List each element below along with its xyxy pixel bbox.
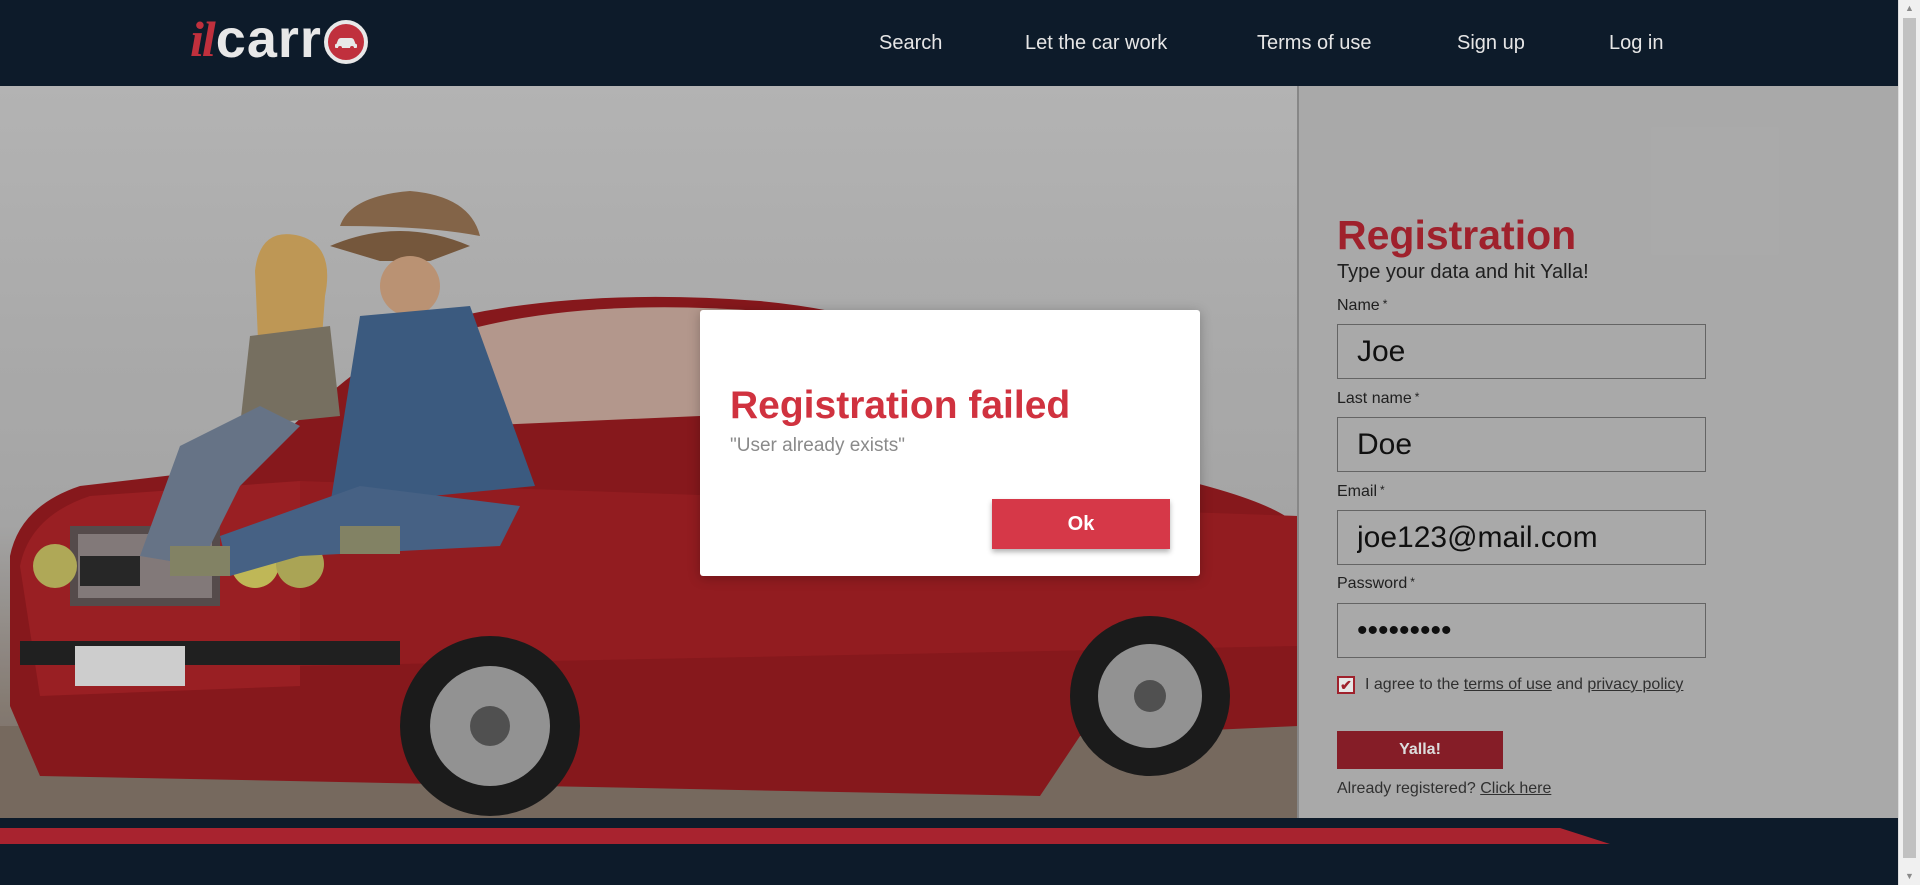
- page-scrollbar[interactable]: ▲ ▼: [1898, 0, 1920, 885]
- password-input[interactable]: [1337, 603, 1706, 658]
- name-input[interactable]: [1337, 324, 1706, 379]
- agree-checkbox[interactable]: ✔: [1337, 676, 1355, 694]
- yalla-submit-button[interactable]: Yalla!: [1337, 731, 1503, 769]
- last-name-label-text: Last name: [1337, 390, 1412, 407]
- footer: [0, 818, 1899, 885]
- privacy-policy-link[interactable]: privacy policy: [1587, 676, 1683, 694]
- email-label: Email *: [1337, 483, 1385, 501]
- logo-il-text: il: [190, 11, 216, 67]
- name-label: Name *: [1337, 297, 1387, 315]
- registration-failed-dialog: Registration failed "User already exists…: [700, 310, 1200, 576]
- already-registered: Already registered? Click here: [1337, 780, 1551, 798]
- nav-terms-of-use-link[interactable]: Terms of use: [1257, 32, 1371, 55]
- registration-subtitle: Type your data and hit Yalla!: [1337, 261, 1589, 283]
- scroll-thumb[interactable]: [1903, 18, 1916, 858]
- last-name-input[interactable]: [1337, 417, 1706, 472]
- nav-sign-up-link[interactable]: Sign up: [1457, 32, 1525, 55]
- required-mark: *: [1382, 297, 1388, 311]
- nav-log-in-link[interactable]: Log in: [1609, 32, 1664, 55]
- password-label: Password *: [1337, 575, 1415, 593]
- top-header: il carr Search Let the car work Terms of…: [0, 0, 1899, 86]
- click-here-link[interactable]: Click here: [1480, 780, 1551, 797]
- agree-prefix: I agree to the: [1365, 676, 1460, 693]
- required-mark: *: [1410, 575, 1415, 589]
- logo-carr-text: carr: [215, 9, 322, 69]
- last-name-label: Last name *: [1337, 390, 1419, 408]
- required-mark: *: [1380, 483, 1385, 497]
- already-registered-text: Already registered?: [1337, 780, 1476, 797]
- password-label-text: Password: [1337, 575, 1408, 592]
- email-label-text: Email: [1337, 483, 1378, 500]
- terms-agreement: ✔ I agree to the terms of use and privac…: [1337, 676, 1683, 694]
- terms-of-use-link[interactable]: terms of use: [1464, 676, 1552, 694]
- ok-button[interactable]: Ok: [992, 499, 1170, 549]
- nav-let-the-car-work-link[interactable]: Let the car work: [1025, 32, 1167, 55]
- car-icon: [323, 20, 368, 64]
- required-mark: *: [1414, 390, 1420, 404]
- scroll-down-icon[interactable]: ▼: [1899, 868, 1920, 885]
- name-label-text: Name: [1337, 297, 1380, 314]
- nav-search-link[interactable]: Search: [879, 32, 942, 55]
- scroll-up-icon[interactable]: ▲: [1899, 0, 1920, 17]
- dialog-title: Registration failed: [730, 384, 1071, 427]
- registration-panel: Registration Type your data and hit Yall…: [1299, 86, 1899, 818]
- registration-title: Registration: [1337, 212, 1577, 258]
- email-input[interactable]: [1337, 510, 1706, 565]
- ilcarro-logo[interactable]: il carr: [190, 9, 368, 69]
- agree-and: and: [1556, 676, 1583, 693]
- dialog-message: "User already exists": [730, 435, 906, 456]
- footer-red-stripe: [0, 828, 1610, 844]
